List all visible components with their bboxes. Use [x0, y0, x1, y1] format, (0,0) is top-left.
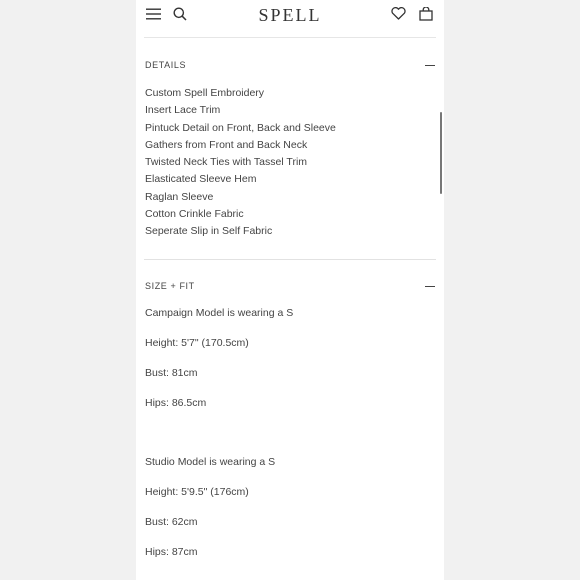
- studio-model-bust: Bust: 62cm: [145, 516, 198, 528]
- minus-icon: [425, 285, 435, 287]
- size-fit-accordion-header[interactable]: SIZE + FIT: [145, 279, 435, 293]
- divider: [144, 37, 436, 38]
- details-title: DETAILS: [145, 60, 187, 70]
- bag-icon: [419, 5, 433, 26]
- size-fit-title: SIZE + FIT: [145, 281, 195, 291]
- studio-model-height: Height: 5'9.5" (176cm): [145, 486, 249, 498]
- studio-model-intro: Studio Model is wearing a S: [145, 456, 276, 468]
- campaign-model-bust: Bust: 81cm: [145, 367, 198, 379]
- campaign-model-height: Height: 5'7" (170.5cm): [145, 337, 249, 349]
- details-list: Custom Spell Embroidery Insert Lace Trim…: [145, 86, 336, 241]
- list-item: Cotton Crinkle Fabric: [145, 207, 244, 220]
- list-item: Custom Spell Embroidery: [145, 87, 265, 99]
- phone-screen: SPELL DETAILS Custom Spell Embroidery In…: [136, 0, 444, 580]
- wishlist-button[interactable]: [388, 6, 408, 26]
- list-item: Pintuck Detail on Front, Back and Sleeve: [145, 121, 336, 134]
- studio-model-hips: Hips: 87cm: [145, 546, 198, 558]
- list-item: Gathers from Front and Back Neck: [145, 138, 308, 151]
- details-accordion-header[interactable]: DETAILS: [145, 58, 435, 72]
- scrollbar[interactable]: [440, 112, 442, 194]
- list-item: Elasticated Sleeve Hem: [145, 173, 257, 186]
- campaign-model-intro: Campaign Model is wearing a S: [145, 307, 294, 319]
- list-item: Twisted Neck Ties with Tassel Trim: [145, 156, 308, 168]
- bag-button[interactable]: [416, 5, 436, 26]
- list-item: Seperate Slip in Self Fabric: [145, 225, 273, 237]
- list-item: Raglan Sleeve: [145, 190, 214, 203]
- campaign-model-hips: Hips: 86.5cm: [145, 397, 207, 409]
- top-header: SPELL: [136, 0, 444, 34]
- list-item: Insert Lace Trim: [145, 104, 221, 117]
- minus-icon: [425, 64, 435, 66]
- heart-icon: [390, 7, 406, 25]
- divider: [144, 259, 436, 260]
